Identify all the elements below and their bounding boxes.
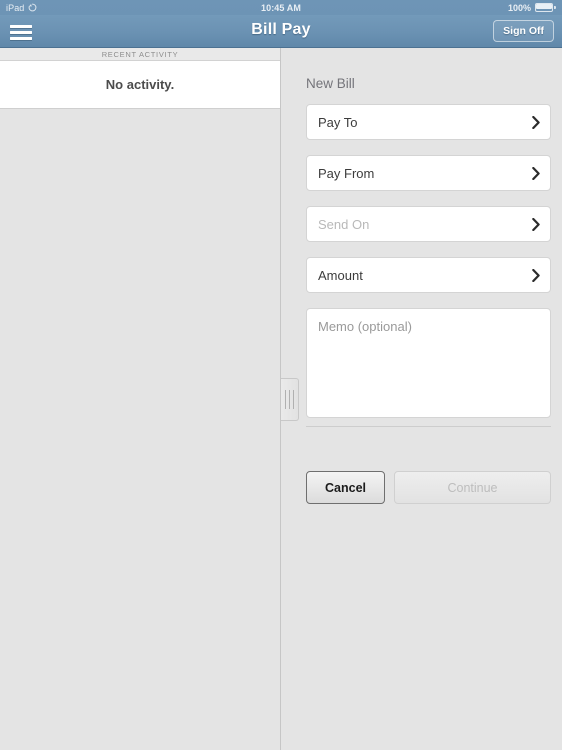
chevron-right-icon (531, 217, 540, 231)
form-divider (306, 426, 551, 427)
chevron-right-icon (531, 166, 540, 180)
field-send-on-label: Send On (318, 216, 370, 232)
new-bill-fields: Pay To Pay From Send On Amount Memo (opt… (306, 104, 551, 418)
recent-activity-card: No activity. (0, 61, 280, 109)
new-bill-pane: New Bill Pay To Pay From Send On Amount … (282, 48, 562, 750)
sign-off-button[interactable]: Sign Off (493, 20, 554, 42)
status-bar: iPad 10:45 AM 100% (0, 0, 562, 15)
recent-activity-pane: RECENT ACTIVITY No activity. (0, 48, 281, 750)
continue-button[interactable]: Continue (394, 471, 551, 504)
new-bill-title: New Bill (306, 76, 355, 91)
field-send-on[interactable]: Send On (306, 206, 551, 242)
split-view: RECENT ACTIVITY No activity. New Bill Pa… (0, 48, 562, 750)
field-pay-from-label: Pay From (318, 165, 375, 181)
chevron-right-icon (531, 268, 540, 282)
no-activity-message: No activity. (105, 77, 175, 92)
battery-icon (535, 3, 556, 12)
chevron-right-icon (531, 115, 540, 129)
navigation-bar: Bill Pay Sign Off (0, 15, 562, 48)
status-bar-right: 100% (508, 3, 556, 13)
field-pay-from[interactable]: Pay From (306, 155, 551, 191)
field-pay-to-label: Pay To (318, 114, 358, 130)
drag-handle-icon[interactable] (281, 378, 299, 421)
device-name: iPad (6, 2, 25, 13)
cancel-button[interactable]: Cancel (306, 471, 385, 504)
status-bar-left: iPad (6, 3, 37, 13)
memo-input[interactable]: Memo (optional) (306, 308, 551, 418)
field-amount[interactable]: Amount (306, 257, 551, 293)
memo-placeholder-label: Memo (optional) (318, 319, 412, 334)
rotation-lock-icon (28, 3, 37, 12)
field-amount-label: Amount (318, 267, 363, 283)
page-title: Bill Pay (251, 21, 311, 38)
field-pay-to[interactable]: Pay To (306, 104, 551, 140)
recent-activity-header: RECENT ACTIVITY (0, 48, 280, 61)
hamburger-menu-icon[interactable] (6, 21, 36, 43)
battery-percent-label: 100% (507, 2, 531, 13)
form-actions: Cancel Continue (306, 471, 551, 504)
status-bar-clock: 10:45 AM (261, 2, 301, 13)
